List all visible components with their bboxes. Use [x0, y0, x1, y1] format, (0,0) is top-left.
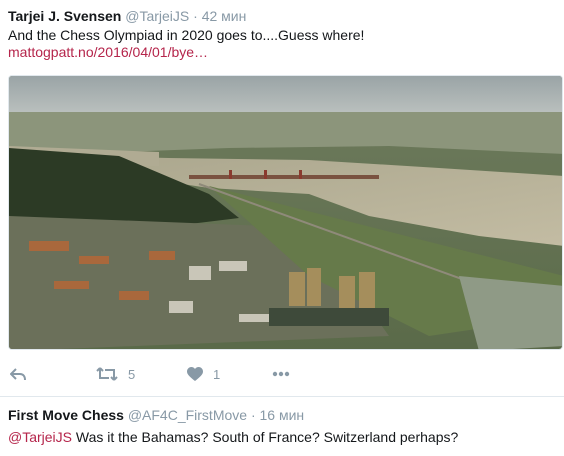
tweet-time[interactable]: 42 мин — [202, 8, 247, 24]
more-button[interactable] — [272, 362, 290, 386]
author-handle[interactable]: @TarjeiJS — [125, 8, 189, 24]
like-button[interactable]: 1 — [187, 362, 220, 386]
more-dots-icon — [272, 371, 290, 377]
author-handle[interactable]: @AF4C_FirstMove — [128, 407, 247, 423]
tweet-actions: 5 1 — [0, 362, 564, 386]
tweet-text: And the Chess Olympiad in 2020 goes to..… — [8, 27, 365, 43]
reply-icon — [10, 368, 26, 381]
retweet-button[interactable]: 5 — [96, 362, 135, 386]
author-name[interactable]: First Move Chess — [8, 407, 124, 423]
aerial-city-photo — [9, 76, 562, 349]
reply-text: Was it the Bahamas? South of France? Swi… — [72, 429, 459, 445]
separator-dot: · — [250, 407, 256, 423]
separator-dot: · — [193, 8, 198, 24]
tweet-header: Tarjei J. Svensen @TarjeiJS · 42 мин — [8, 8, 246, 24]
mention-link[interactable]: @TarjeiJS — [8, 429, 72, 445]
retweet-icon — [96, 367, 118, 381]
tweet-header: First Move Chess @AF4C_FirstMove · 16 ми… — [8, 407, 304, 423]
like-count: 1 — [213, 366, 221, 382]
tweet-2[interactable]: First Move Chess @AF4C_FirstMove · 16 ми… — [0, 397, 564, 456]
author-name[interactable]: Tarjei J. Svensen — [8, 8, 121, 24]
reply-button[interactable] — [10, 362, 26, 386]
tweet-text: @TarjeiJS Was it the Bahamas? South of F… — [8, 429, 458, 445]
heart-icon — [187, 366, 203, 381]
tweet-1[interactable]: Tarjei J. Svensen @TarjeiJS · 42 мин And… — [0, 0, 564, 396]
tweet-time[interactable]: 16 мин — [260, 407, 305, 423]
tweet-photo[interactable] — [8, 75, 563, 350]
tweet-link[interactable]: mattogpatt.no/2016/04/01/bye… — [8, 44, 208, 60]
retweet-count: 5 — [128, 366, 136, 382]
